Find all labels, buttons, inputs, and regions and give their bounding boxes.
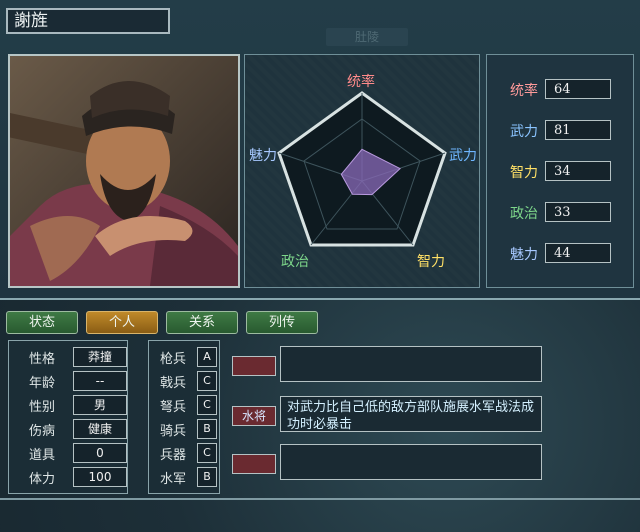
- tab-biography[interactable]: 列传: [246, 311, 318, 334]
- troop-key: 骑兵: [159, 424, 186, 439]
- info-row-items: 道具 0: [13, 443, 127, 464]
- info-value: 男: [73, 395, 127, 415]
- tab-bar: 状态 个人 关系 列传: [0, 300, 640, 340]
- stat-label: 魅力: [510, 247, 538, 263]
- bottom-divider: [0, 498, 640, 500]
- skill-slot-2-desc: 对武力比自己低的敌方部队施展水军战法成功时必暴击: [280, 396, 542, 432]
- tab-relations[interactable]: 关系: [166, 311, 238, 334]
- info-row-health: 伤病 健康: [13, 419, 127, 440]
- officer-name: 謝旌: [6, 8, 170, 34]
- info-value: 100: [73, 467, 127, 487]
- troop-key: 兵器: [159, 448, 186, 463]
- stat-label: 政治: [510, 206, 538, 222]
- skill-slot-3-tag[interactable]: [232, 454, 276, 474]
- stat-value: 64: [545, 79, 611, 99]
- stat-row-intel: 智力 34: [505, 161, 633, 183]
- troop-aptitude-table: 枪兵 A 戟兵 C 弩兵 C 骑兵 B 兵器 C 水军 B: [148, 340, 220, 494]
- stat-label: 智力: [510, 165, 538, 181]
- info-value: 健康: [73, 419, 127, 439]
- tab-status[interactable]: 状态: [6, 311, 78, 334]
- troop-row-siege: 兵器 C: [153, 443, 219, 464]
- troop-row-halberd: 戟兵 C: [153, 371, 219, 392]
- stat-row-politics: 政治 33: [505, 202, 633, 224]
- info-row-stamina: 体力 100: [13, 467, 127, 488]
- skill-slot-2-tag[interactable]: 水将: [232, 406, 276, 426]
- stat-row-command: 统率 64: [505, 79, 633, 101]
- stat-value: 34: [545, 161, 611, 181]
- stat-value: 44: [545, 243, 611, 263]
- info-key: 年龄: [28, 376, 55, 391]
- skills-panel: 水将 对武力比自己低的敌方部队施展水军战法成功时必暴击: [226, 340, 550, 494]
- troop-grade: A: [197, 347, 217, 367]
- troop-grade: B: [197, 467, 217, 487]
- stat-label: 武力: [510, 124, 538, 140]
- info-key: 性别: [28, 400, 55, 415]
- info-key: 道具: [28, 448, 55, 463]
- troop-row-navy: 水军 B: [153, 467, 219, 488]
- stat-value: 33: [545, 202, 611, 222]
- radar-label-politics: 政治: [281, 254, 309, 270]
- stat-row-charm: 魅力 44: [505, 243, 633, 265]
- info-key: 伤病: [28, 424, 55, 439]
- troop-row-spear: 枪兵 A: [153, 347, 219, 368]
- attribute-radar-chart: 统率 武力 智力 政治 魅力: [244, 54, 480, 288]
- attribute-stats-panel: 统率 64 武力 81 智力 34 政治 33 魅力 44: [486, 54, 634, 288]
- faint-header-label: 肚陵: [326, 28, 408, 46]
- tab-personal[interactable]: 个人: [86, 311, 158, 334]
- radar-label-charm: 魅力: [249, 148, 277, 164]
- troop-row-cavalry: 骑兵 B: [153, 419, 219, 440]
- skill-slot-1-tag[interactable]: [232, 356, 276, 376]
- info-value: 莽撞: [73, 347, 127, 367]
- info-key: 体力: [28, 472, 55, 487]
- troop-key: 枪兵: [159, 352, 186, 367]
- skill-slot-3-desc: [280, 444, 542, 480]
- info-key: 性格: [28, 352, 55, 367]
- portrait-image: [10, 56, 238, 286]
- personal-info-table: 性格 莽撞 年龄 -- 性别 男 伤病 健康 道具 0 体力 100: [8, 340, 128, 494]
- troop-grade: C: [197, 395, 217, 415]
- radar-label-command: 统率: [347, 74, 375, 90]
- troop-key: 水军: [159, 472, 186, 487]
- info-row-age: 年龄 --: [13, 371, 127, 392]
- radar-label-war: 武力: [449, 148, 477, 164]
- officer-info-panel: 謝旌 肚陵 统率 武力 智力 政治 魅力 统率 64 武力 81 智力 34 政…: [0, 0, 640, 300]
- troop-grade: C: [197, 443, 217, 463]
- stat-row-war: 武力 81: [505, 120, 633, 142]
- stat-label: 统率: [510, 83, 538, 99]
- troop-grade: C: [197, 371, 217, 391]
- officer-portrait: [8, 54, 240, 288]
- skill-slot-1-desc: [280, 346, 542, 382]
- troop-key: 弩兵: [159, 400, 186, 415]
- info-row-gender: 性别 男: [13, 395, 127, 416]
- info-row-personality: 性格 莽撞: [13, 347, 127, 368]
- troop-key: 戟兵: [159, 376, 186, 391]
- stat-value: 81: [545, 120, 611, 140]
- info-value: --: [73, 371, 127, 391]
- troop-grade: B: [197, 419, 217, 439]
- info-value: 0: [73, 443, 127, 463]
- troop-row-crossbow: 弩兵 C: [153, 395, 219, 416]
- radar-label-intel: 智力: [417, 254, 445, 270]
